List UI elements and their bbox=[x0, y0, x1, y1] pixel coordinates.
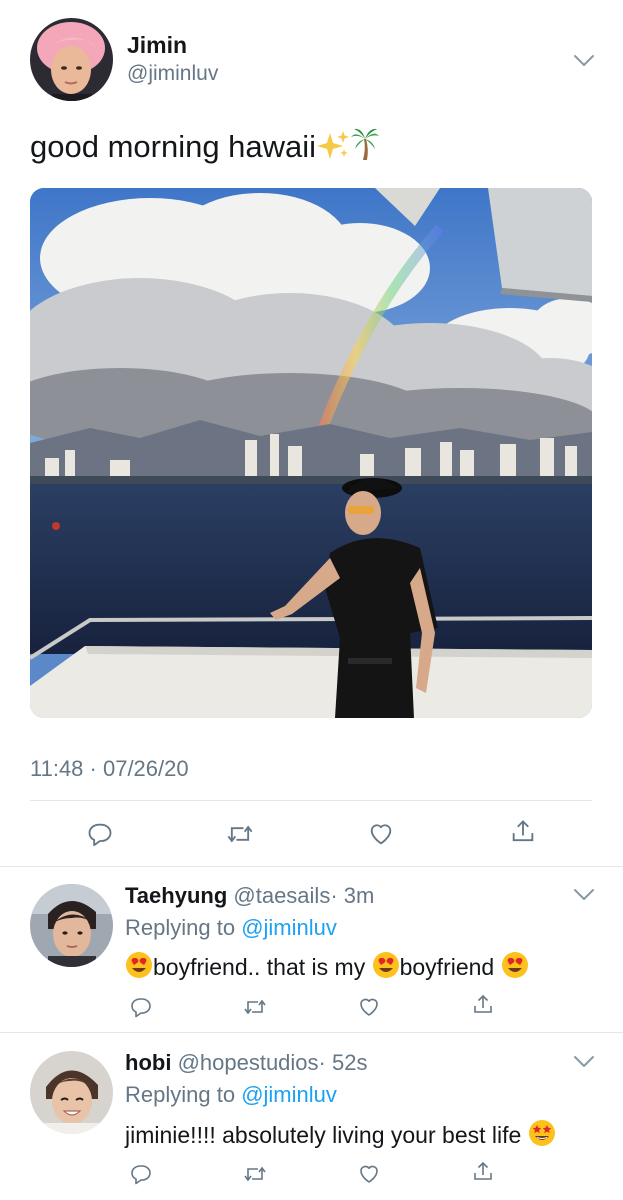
reply-time[interactable]: · 52s bbox=[319, 1050, 368, 1075]
reply-icon[interactable] bbox=[80, 814, 120, 854]
reply-text-part1: boyfriend.. that is my bbox=[153, 954, 366, 980]
heart-eyes-icon bbox=[372, 951, 400, 985]
retweet-icon[interactable] bbox=[238, 990, 272, 1024]
reply-tweet[interactable]: hobi @hopestudios· 52s Replying to @jimi… bbox=[0, 1033, 623, 1200]
tweet-timestamp[interactable]: 11:48 · 07/26/20 bbox=[30, 756, 189, 782]
reply-icon[interactable] bbox=[124, 990, 158, 1024]
author-handle[interactable]: @jiminluv bbox=[127, 62, 218, 86]
reply-text: jiminie!!!! absolutely living your best … bbox=[125, 1119, 556, 1153]
sparkles-icon bbox=[316, 129, 350, 169]
reply-tweet[interactable]: Taehyung @taesails· 3m Replying to @jimi… bbox=[0, 866, 623, 1034]
reply-text-part2: boyfriend bbox=[399, 954, 495, 980]
heart-icon[interactable] bbox=[361, 814, 401, 854]
replying-to-link[interactable]: @jiminluv bbox=[241, 915, 337, 940]
chevron-down-icon[interactable] bbox=[573, 54, 595, 68]
tweet-photo[interactable] bbox=[30, 188, 592, 718]
replying-to: Replying to @jiminluv bbox=[125, 1082, 337, 1108]
author-avatar[interactable] bbox=[30, 18, 113, 101]
reply-author-name[interactable]: Taehyung bbox=[125, 883, 227, 908]
heart-icon[interactable] bbox=[352, 990, 386, 1024]
reply-text-content: jiminie!!!! absolutely living your best … bbox=[125, 1122, 522, 1148]
reply-actions bbox=[0, 1155, 623, 1191]
palm-tree-icon bbox=[350, 127, 380, 169]
star-struck-icon bbox=[528, 1119, 556, 1153]
reply-icon[interactable] bbox=[124, 1157, 158, 1191]
tweet-text: good morning hawaii bbox=[30, 127, 380, 169]
author-name[interactable]: Jimin bbox=[127, 32, 187, 59]
retweet-icon[interactable] bbox=[238, 1157, 272, 1191]
main-tweet: Jimin @jiminluv good morning hawaii 11:4… bbox=[0, 0, 623, 867]
heart-eyes-icon bbox=[501, 951, 529, 985]
heart-icon[interactable] bbox=[352, 1157, 386, 1191]
reply-text: boyfriend.. that is my boyfriend bbox=[125, 951, 529, 985]
reply-time[interactable]: · 3m bbox=[330, 883, 374, 908]
reply-author-handle[interactable]: @hopestudios bbox=[178, 1050, 319, 1075]
replying-to-link[interactable]: @jiminluv bbox=[241, 1082, 337, 1107]
share-icon[interactable] bbox=[466, 1155, 500, 1189]
reply-actions bbox=[0, 988, 623, 1024]
chevron-down-icon[interactable] bbox=[573, 1055, 595, 1069]
tweet-text-content: good morning hawaii bbox=[30, 129, 317, 164]
reply-avatar[interactable] bbox=[30, 884, 113, 967]
reply-author-handle[interactable]: @taesails bbox=[233, 883, 330, 908]
reply-header: hobi @hopestudios· 52s bbox=[125, 1050, 367, 1076]
replying-to: Replying to @jiminluv bbox=[125, 915, 337, 941]
tweet-actions bbox=[0, 810, 623, 856]
reply-author-name[interactable]: hobi bbox=[125, 1050, 171, 1075]
chevron-down-icon[interactable] bbox=[573, 888, 595, 902]
divider bbox=[30, 800, 592, 801]
share-icon[interactable] bbox=[466, 988, 500, 1022]
share-icon[interactable] bbox=[503, 812, 543, 852]
retweet-icon[interactable] bbox=[220, 814, 260, 854]
heart-eyes-icon bbox=[125, 951, 153, 985]
reply-avatar[interactable] bbox=[30, 1051, 113, 1134]
reply-header: Taehyung @taesails· 3m bbox=[125, 883, 374, 909]
replying-to-prefix: Replying to bbox=[125, 915, 236, 940]
replying-to-prefix: Replying to bbox=[125, 1082, 236, 1107]
